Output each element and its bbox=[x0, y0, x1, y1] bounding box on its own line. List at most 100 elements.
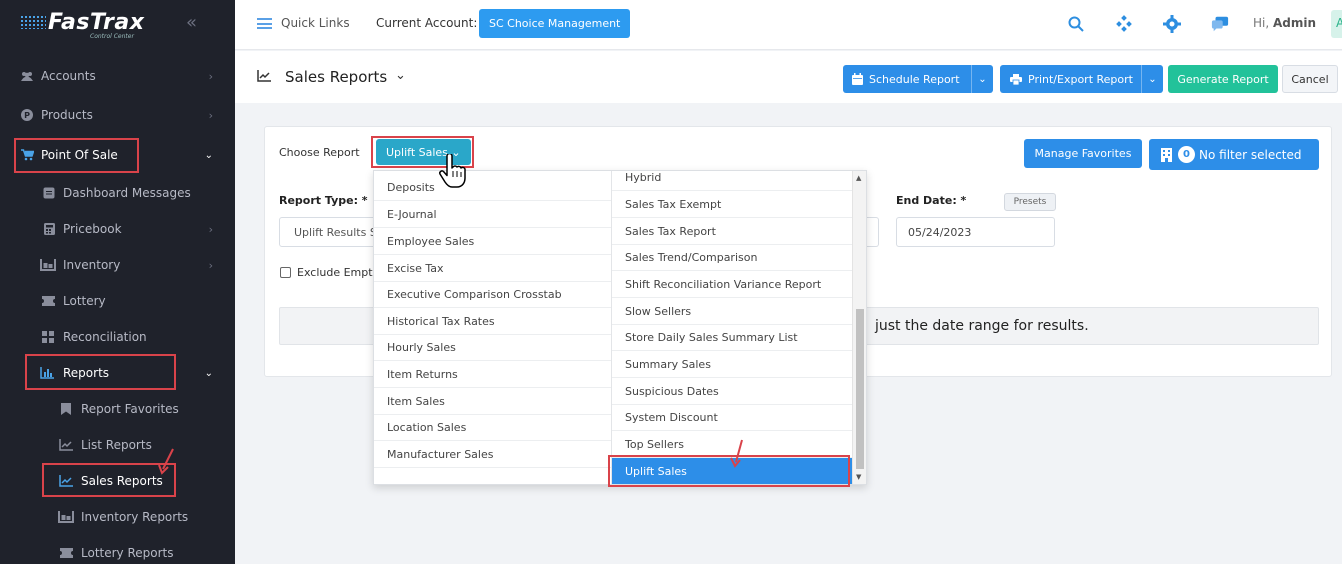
report-option[interactable]: Executive Comparison Crosstab bbox=[374, 281, 611, 308]
menu-icon[interactable] bbox=[257, 18, 272, 29]
chevron-down-icon[interactable]: ⌄ bbox=[395, 68, 406, 83]
print-export-label: Print/Export Report bbox=[1028, 72, 1133, 86]
chevron-down-icon[interactable]: ⌄ bbox=[971, 65, 993, 93]
print-export-button[interactable]: Print/Export Report ⌄ bbox=[1000, 65, 1163, 93]
top-bar: Quick Links Current Account: SC Choice M… bbox=[235, 0, 1342, 50]
report-dropdown-menu: Deposits E-Journal Employee Sales Excise… bbox=[373, 170, 867, 485]
chevron-down-icon: ⌄ bbox=[204, 367, 213, 379]
sidebar-item-pricebook[interactable]: Pricebook › bbox=[0, 211, 235, 247]
report-option[interactable]: Item Returns bbox=[374, 361, 611, 388]
sidebar-item-label: Lottery bbox=[63, 294, 106, 308]
report-option[interactable]: Manufacturer Sales bbox=[374, 441, 611, 468]
end-date-input[interactable]: 05/24/2023 bbox=[896, 217, 1055, 247]
chevron-right-icon: › bbox=[208, 222, 213, 236]
p-circle-icon: P bbox=[20, 109, 34, 121]
schedule-report-label: Schedule Report bbox=[869, 72, 960, 86]
hand-cursor-icon bbox=[439, 154, 466, 188]
search-icon[interactable] bbox=[1067, 15, 1085, 33]
scroll-up-icon[interactable]: ▲ bbox=[856, 174, 861, 182]
sidebar-item-label: Inventory bbox=[63, 258, 121, 272]
chat-icon[interactable] bbox=[1211, 15, 1229, 33]
sidebar-item-label: List Reports bbox=[81, 438, 152, 452]
report-option[interactable]: Deposits bbox=[374, 174, 611, 201]
report-option[interactable]: Historical Tax Rates bbox=[374, 308, 611, 335]
line-chart-icon bbox=[59, 439, 73, 451]
inventory-icon bbox=[58, 511, 74, 523]
collapse-sidebar-icon[interactable]: « bbox=[186, 12, 197, 33]
page-header: Sales Reports ⌄ Schedule Report ⌄ Print/… bbox=[235, 51, 1342, 103]
start-date-input[interactable] bbox=[865, 217, 879, 247]
presets-button[interactable]: Presets bbox=[1004, 193, 1056, 211]
greeting-prefix: Hi, bbox=[1253, 16, 1273, 30]
sidebar-item-inventory-reports[interactable]: Inventory Reports bbox=[0, 499, 235, 535]
report-option[interactable]: Summary Sales bbox=[612, 351, 854, 378]
fastrax-logo[interactable]: FasTrax Control Center bbox=[20, 10, 150, 40]
report-option[interactable]: Shift Reconciliation Variance Report bbox=[612, 271, 854, 298]
scroll-down-icon[interactable]: ▼ bbox=[856, 473, 861, 481]
highlight-box bbox=[14, 138, 139, 173]
sidebar-item-label: Products bbox=[41, 108, 93, 122]
info-message-text: just the date range for results. bbox=[875, 318, 1089, 334]
annotation-arrow-icon bbox=[730, 439, 743, 468]
sidebar-item-list-reports[interactable]: List Reports bbox=[0, 427, 235, 463]
users-icon bbox=[20, 70, 34, 82]
cancel-button[interactable]: Cancel bbox=[1282, 65, 1338, 93]
dropdown-scrollbar[interactable]: ▲ ▼ bbox=[852, 171, 866, 484]
sidebar-item-lottery-reports[interactable]: Lottery Reports bbox=[0, 535, 235, 564]
user-name: Admin bbox=[1273, 16, 1317, 30]
report-option[interactable]: Excise Tax bbox=[374, 255, 611, 282]
sidebar-item-label: Inventory Reports bbox=[81, 510, 189, 524]
sidebar-item-report-favorites[interactable]: Report Favorites bbox=[0, 391, 235, 427]
avatar[interactable]: A bbox=[1331, 10, 1342, 38]
report-option[interactable]: Store Daily Sales Summary List bbox=[612, 324, 854, 351]
report-option[interactable]: Sales Tax Exempt bbox=[612, 191, 854, 218]
sidebar-item-label: Dashboard Messages bbox=[63, 186, 191, 200]
message-icon bbox=[42, 187, 56, 199]
report-option[interactable]: Employee Sales bbox=[374, 228, 611, 255]
report-option[interactable]: Sales Tax Report bbox=[612, 218, 854, 245]
report-option[interactable]: System Discount bbox=[612, 404, 854, 431]
quick-links-link[interactable]: Quick Links bbox=[281, 16, 350, 30]
report-option[interactable]: Location Sales bbox=[374, 414, 611, 441]
report-option[interactable]: E-Journal bbox=[374, 201, 611, 228]
apps-diamond-icon[interactable] bbox=[1115, 15, 1133, 33]
report-option[interactable]: Hourly Sales bbox=[374, 334, 611, 361]
current-account-button[interactable]: SC Choice Management bbox=[479, 9, 631, 38]
sidebar-item-label: Reconciliation bbox=[63, 330, 147, 344]
report-option[interactable]: Suspicious Dates bbox=[612, 378, 854, 405]
schedule-report-button[interactable]: Schedule Report ⌄ bbox=[843, 65, 993, 93]
grid-icon bbox=[41, 331, 55, 343]
calendar-icon bbox=[852, 73, 863, 85]
sidebar-item-label: Report Favorites bbox=[81, 402, 179, 416]
sidebar-item-inventory[interactable]: Inventory › bbox=[0, 247, 235, 283]
inventory-icon bbox=[40, 259, 56, 271]
sidebar-item-reconciliation[interactable]: Reconciliation bbox=[0, 319, 235, 355]
generate-report-button[interactable]: Generate Report bbox=[1168, 65, 1278, 93]
filter-button[interactable]: 0 No filter selected bbox=[1149, 139, 1319, 170]
sidebar-item-dashboard-messages[interactable]: Dashboard Messages bbox=[0, 175, 235, 211]
scrollbar-thumb[interactable] bbox=[856, 309, 864, 469]
choose-report-label: Choose Report bbox=[279, 146, 360, 159]
highlight-box bbox=[25, 354, 176, 390]
report-option[interactable]: Item Sales bbox=[374, 388, 611, 415]
ticket-icon bbox=[41, 295, 55, 307]
exclude-empty-checkbox[interactable] bbox=[280, 267, 291, 278]
report-option[interactable]: Slow Sellers bbox=[612, 298, 854, 325]
sidebar-item-products[interactable]: P Products › bbox=[0, 97, 235, 133]
report-option[interactable]: Hybrid bbox=[612, 171, 854, 191]
report-option[interactable]: Sales Trend/Comparison bbox=[612, 244, 854, 271]
exclude-empty-label: Exclude Empt bbox=[297, 266, 373, 279]
logo-text: FasTrax bbox=[48, 10, 145, 35]
sidebar-item-accounts[interactable]: Accounts › bbox=[0, 58, 235, 94]
chevron-down-icon[interactable]: ⌄ bbox=[1141, 65, 1163, 93]
sidebar-item-label: Accounts bbox=[41, 69, 96, 83]
logo-subtitle: Control Center bbox=[90, 33, 134, 40]
manage-favorites-button[interactable]: Manage Favorites bbox=[1024, 139, 1142, 168]
ticket-icon bbox=[59, 547, 73, 559]
user-greeting[interactable]: Hi, Admin bbox=[1253, 16, 1316, 30]
gear-icon[interactable] bbox=[1163, 15, 1181, 33]
sidebar-item-lottery[interactable]: Lottery bbox=[0, 283, 235, 319]
sidebar-item-label: Lottery Reports bbox=[81, 546, 174, 560]
report-type-label: Report Type: * bbox=[279, 194, 368, 207]
sidebar-item-label: Pricebook bbox=[63, 222, 122, 236]
